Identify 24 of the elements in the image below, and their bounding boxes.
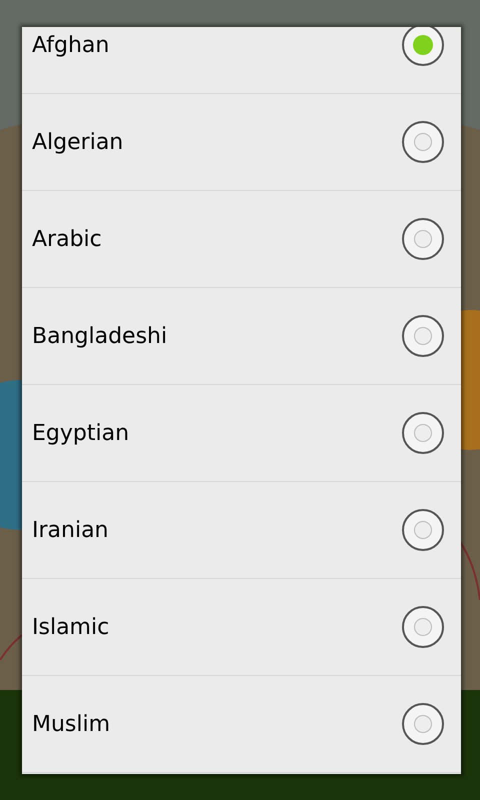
option-label: Egyptian — [32, 420, 130, 448]
radio-button[interactable] — [402, 27, 444, 66]
radio-button[interactable] — [402, 703, 444, 745]
option-row[interactable]: Iranian — [22, 482, 461, 579]
option-row[interactable]: Egyptian — [22, 385, 461, 482]
option-row[interactable]: Arabic — [22, 191, 461, 288]
option-label: Bangladeshi — [32, 322, 168, 350]
option-label: Iranian — [32, 516, 108, 544]
option-row[interactable]: Islamic — [22, 579, 461, 676]
option-row[interactable]: Afghan — [22, 27, 461, 94]
option-row[interactable]: Algerian — [22, 94, 461, 191]
option-label: Muslim — [32, 710, 110, 738]
radio-button[interactable] — [402, 412, 444, 454]
option-row[interactable]: Muslim — [22, 676, 461, 773]
radio-button[interactable] — [402, 121, 444, 163]
option-label: Arabic — [32, 226, 102, 254]
radio-button[interactable] — [402, 315, 444, 357]
radio-button[interactable] — [402, 218, 444, 260]
option-label: Algerian — [32, 128, 124, 156]
option-label: Afghan — [32, 32, 110, 60]
option-row[interactable]: Bangladeshi — [22, 288, 461, 385]
radio-button[interactable] — [402, 606, 444, 648]
radio-button[interactable] — [402, 509, 444, 551]
option-label: Islamic — [32, 614, 110, 642]
